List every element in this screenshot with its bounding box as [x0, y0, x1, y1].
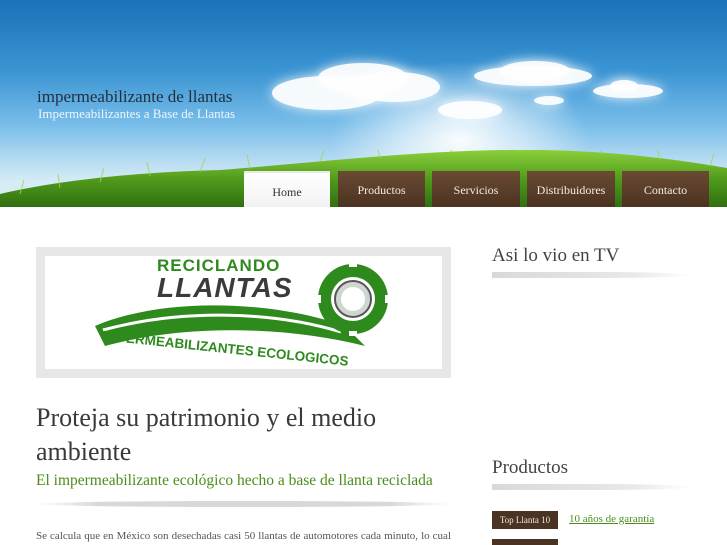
tv-video-area[interactable] — [492, 285, 692, 435]
body-paragraph: Se calcula que en México son desechadas … — [36, 530, 451, 542]
main-heading: Proteja su patrimonio y el medio ambient… — [36, 401, 456, 469]
nav-item-contacto[interactable]: Contacto — [622, 171, 709, 207]
product-link[interactable]: 10 años de garantía — [569, 513, 654, 525]
site-title[interactable]: impermeabilizante de llantas — [37, 87, 232, 107]
product-tag[interactable]: Top Llanta 10 — [492, 511, 558, 529]
site-tagline: Impermeabilizantes a Base de Llantas — [38, 106, 235, 122]
banner-line-llantas: LLANTAS — [157, 272, 293, 304]
sidebar-heading-productos: Productos — [492, 457, 568, 479]
main-subheading: El impermeabilizante ecológico hecho a b… — [36, 472, 433, 490]
nav-item-home[interactable]: Home — [244, 171, 330, 207]
reciclando-llantas-banner: RECICLANDO LLANTAS IMPERMEABILIZANTES EC… — [45, 256, 442, 369]
sidebar-rule-tv — [492, 272, 692, 278]
product-tag-partial — [492, 539, 558, 545]
sidebar-rule-productos — [492, 484, 692, 490]
nav-item-servicios[interactable]: Servicios — [432, 171, 520, 207]
nav-item-productos[interactable]: Productos — [338, 171, 425, 207]
content-divider — [36, 501, 451, 507]
main-nav: Home Productos Servicios Distribuidores … — [0, 171, 727, 207]
nav-item-distribuidores[interactable]: Distribuidores — [527, 171, 615, 207]
banner-frame: RECICLANDO LLANTAS IMPERMEABILIZANTES EC… — [36, 247, 451, 378]
sidebar-heading-tv: Asi lo vio en TV — [492, 245, 619, 267]
